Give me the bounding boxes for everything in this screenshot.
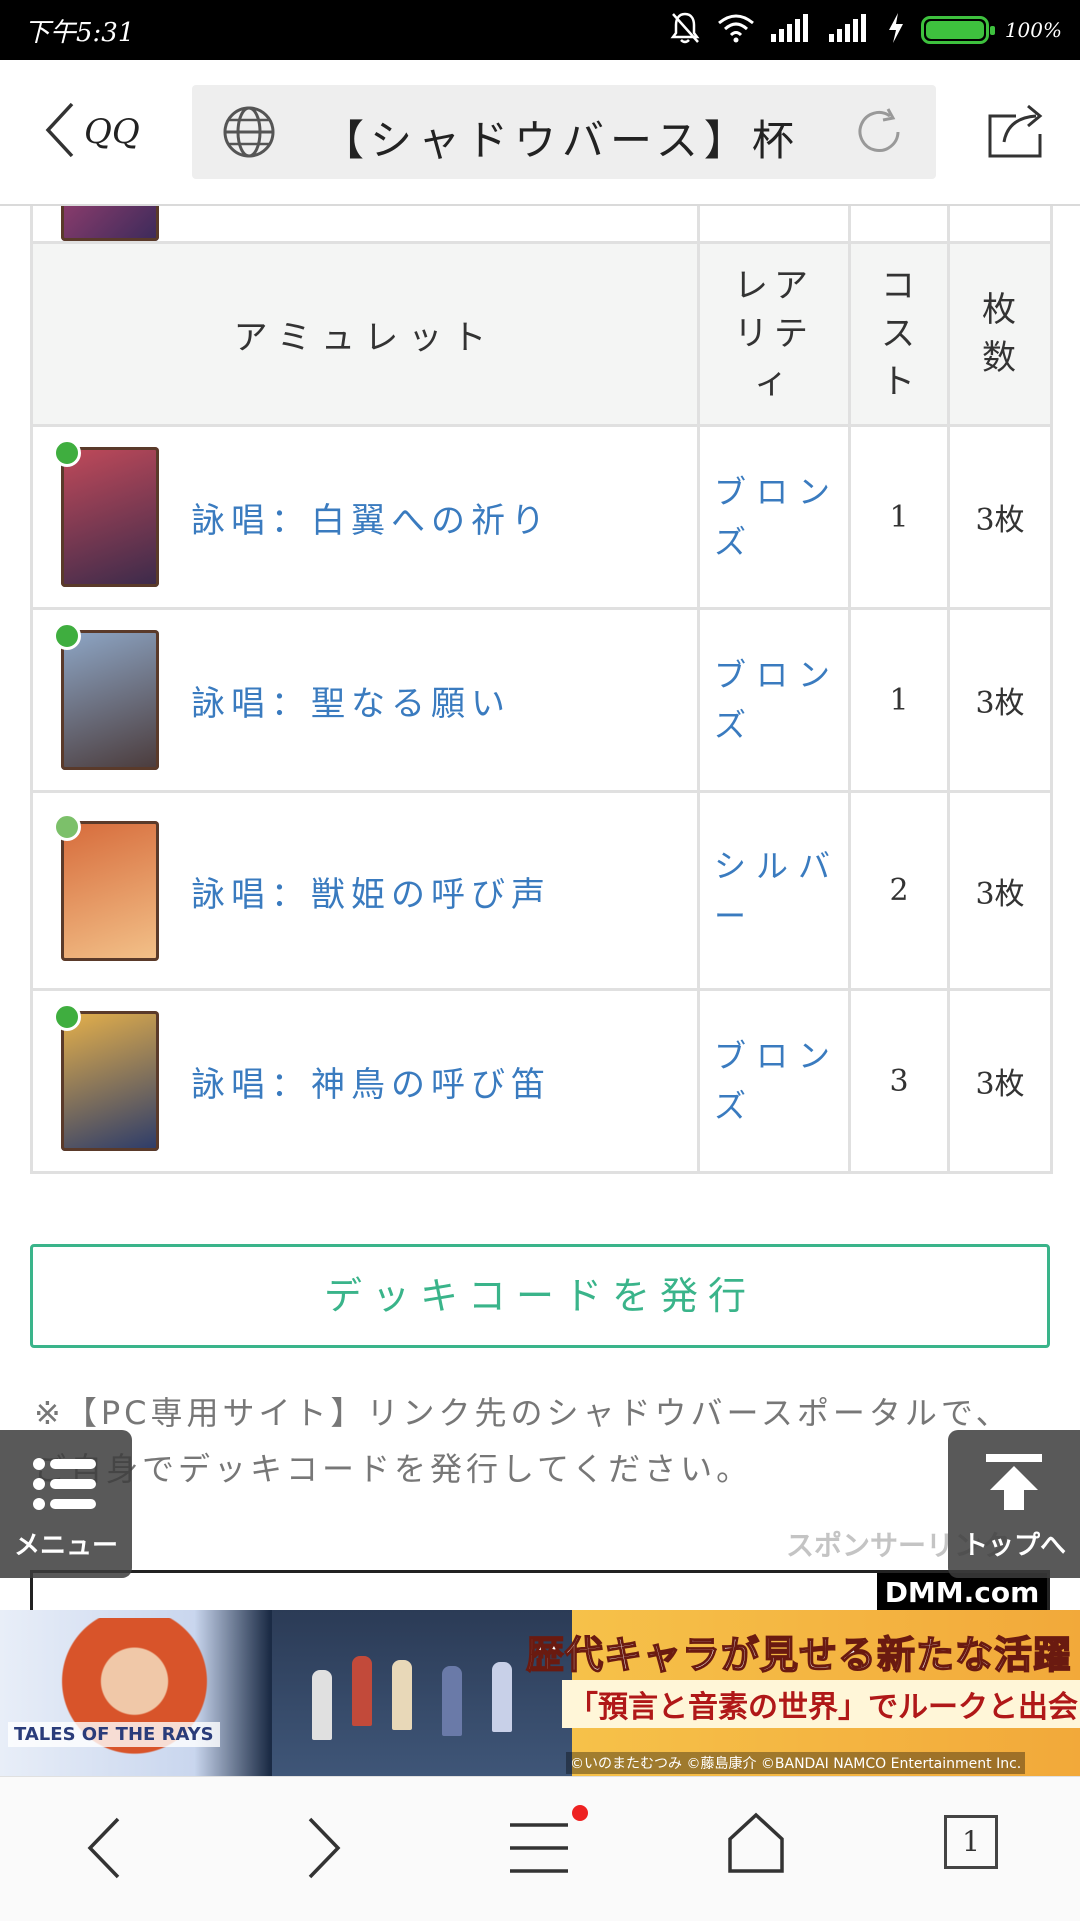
card-cell-cutoff: [30, 206, 700, 244]
card-count: 3枚: [947, 607, 1053, 793]
card-name-link[interactable]: 詠唱：聖なる願い: [191, 676, 511, 725]
status-time: 下午5:31: [24, 18, 135, 48]
header-rarity: レアリティ: [697, 241, 851, 427]
nav-back-icon[interactable]: [84, 1815, 124, 1885]
table-row: 詠唱：神鳥の呼び笛 ブロンズ 3 3枚: [30, 988, 1053, 1174]
arrow-up-icon: [984, 1452, 1044, 1516]
mute-icon: [669, 11, 701, 49]
dmm-logo: DMM.com: [877, 1573, 1047, 1610]
table-header-row: アミュレット レアリティ コスト 枚数: [30, 241, 1053, 427]
pc-site-note: ※【PC専用サイト】リンク先のシャドウバースポータルで、ご自身でデッキコードを発…: [34, 1394, 1012, 1488]
status-icons: 100%: [669, 10, 1062, 50]
card-cost: 1: [848, 424, 950, 610]
header-cost-label: コスト: [881, 266, 921, 402]
nav-menu-icon[interactable]: [508, 1805, 588, 1879]
rarity-gem-icon: [53, 813, 81, 841]
card-cell: 詠唱：白翼への祈り: [30, 424, 700, 610]
card-name-link[interactable]: 詠唱：神鳥の呼び笛: [191, 1057, 551, 1106]
ad-character-image: [40, 1618, 250, 1776]
card-image[interactable]: [53, 622, 159, 770]
browser-bottom-nav: 1: [0, 1776, 1080, 1921]
rarity-gem-icon: [53, 1003, 81, 1031]
tabs-button[interactable]: 1: [944, 1815, 998, 1869]
list-icon: [32, 1456, 100, 1516]
signal-icon-2: [828, 14, 871, 46]
menu-label: メニュー: [13, 1531, 118, 1561]
top-label: トップへ: [961, 1531, 1066, 1561]
header-count: 枚数: [947, 241, 1053, 427]
header-count-label: 枚数: [982, 290, 1022, 378]
card-rarity-link[interactable]: シルバー: [697, 790, 851, 991]
signal-icon: [770, 14, 813, 46]
page-content: アミュレット レアリティ コスト 枚数 詠唱：白翼への祈り ブロンズ 1 3枚 …: [0, 206, 1080, 1610]
nav-forward-icon[interactable]: [304, 1815, 344, 1885]
charging-icon: [887, 13, 905, 47]
card-cell: 詠唱：聖なる願い: [30, 607, 700, 793]
table-row-cutoff: [30, 206, 1053, 244]
issue-deck-code-button[interactable]: デッキコードを発行: [30, 1244, 1050, 1348]
ad-game-logo: TALES OF THE RAYS: [8, 1722, 220, 1747]
table-row: 詠唱：獣姫の呼び声 シルバー 2 3枚: [30, 790, 1053, 991]
header-rarity-label: レアリティ: [734, 266, 814, 402]
table-row: 詠唱：聖なる願い ブロンズ 1 3枚: [30, 607, 1053, 793]
globe-icon: [222, 105, 276, 163]
page-title: 【シャドウバース】杯: [322, 116, 800, 165]
rarity-gem-icon: [53, 622, 81, 650]
back-label: QQ: [84, 112, 140, 152]
ad-banner[interactable]: TALES OF THE RAYS 歴代キャラが見せる新たな活躍 「預言と音素の…: [0, 1610, 1080, 1776]
menu-button[interactable]: メニュー: [0, 1430, 132, 1578]
amulet-table: アミュレット レアリティ コスト 枚数 詠唱：白翼への祈り ブロンズ 1 3枚 …: [30, 206, 1053, 1174]
card-count: 3枚: [947, 988, 1053, 1174]
header-amulet: アミュレット: [30, 241, 700, 427]
reload-icon[interactable]: [852, 105, 906, 163]
nav-home-icon[interactable]: [726, 1811, 786, 1879]
header-amulet-label: アミュレット: [233, 317, 497, 358]
card-count: 3枚: [947, 424, 1053, 610]
header-cost: コスト: [848, 241, 950, 427]
table-row: 詠唱：白翼への祈り ブロンズ 1 3枚: [30, 424, 1053, 610]
share-icon[interactable]: [986, 102, 1046, 164]
back-to-top-button[interactable]: トップへ: [948, 1430, 1080, 1578]
status-bar: 下午5:31 100%: [0, 0, 1080, 60]
ad-subline: 「預言と音素の世界」でルークと出会う!: [562, 1680, 1080, 1728]
browser-toolbar: QQ 【シャドウバース】杯: [0, 60, 1080, 206]
ad-copyright: ©いのまたむつみ ©藤島康介 ©BANDAI NAMCO Entertainme…: [566, 1752, 1026, 1774]
card-rarity-link[interactable]: ブロンズ: [697, 607, 851, 793]
chevron-left-icon: [42, 100, 76, 164]
card-cost: 2: [848, 790, 950, 991]
card-cost: 3: [848, 988, 950, 1174]
rarity-gem-icon: [53, 439, 81, 467]
ad-top-strip[interactable]: DMM.com: [30, 1570, 1050, 1610]
battery-icon: [920, 16, 995, 44]
card-image[interactable]: [53, 439, 159, 587]
ad-headline: 歴代キャラが見せる新たな活躍: [525, 1632, 1073, 1678]
card-name-link[interactable]: 詠唱：白翼への祈り: [191, 493, 551, 542]
card-image[interactable]: [53, 1003, 159, 1151]
card-name-link[interactable]: 詠唱：獣姫の呼び声: [191, 867, 551, 916]
card-cost: 1: [848, 607, 950, 793]
battery-percent: 100%: [1004, 18, 1062, 42]
wifi-icon: [717, 13, 755, 47]
card-rarity-link[interactable]: ブロンズ: [697, 424, 851, 610]
card-count: 3枚: [947, 790, 1053, 991]
card-cell: 詠唱：獣姫の呼び声: [30, 790, 700, 991]
card-cell: 詠唱：神鳥の呼び笛: [30, 988, 700, 1174]
card-rarity-link[interactable]: ブロンズ: [697, 988, 851, 1174]
notification-dot: [572, 1805, 588, 1821]
card-image[interactable]: [53, 813, 159, 961]
card-image: [61, 206, 159, 241]
address-bar[interactable]: 【シャドウバース】杯: [192, 85, 936, 179]
back-button[interactable]: QQ: [42, 100, 140, 164]
